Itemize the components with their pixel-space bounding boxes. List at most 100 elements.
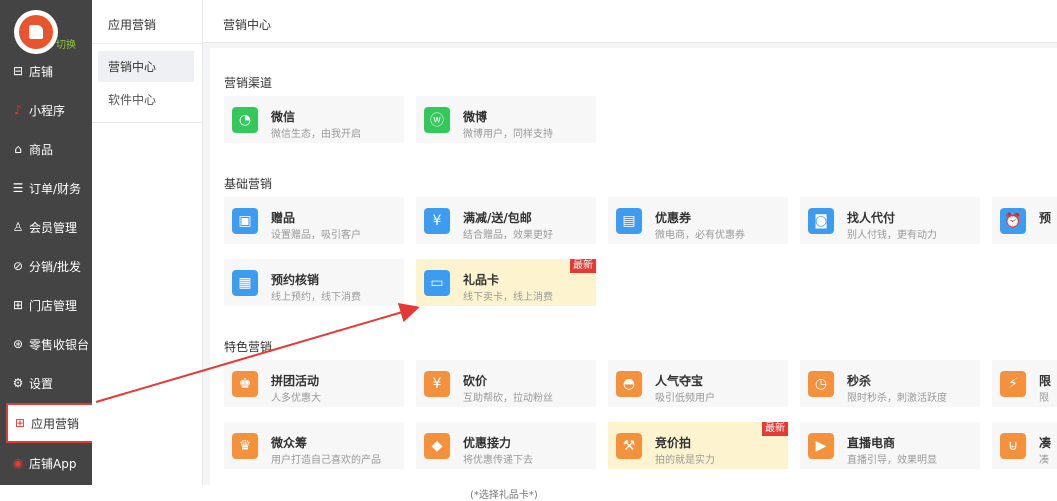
switch-link[interactable]: 切换 — [56, 36, 76, 51]
treasure-icon: ◓ — [616, 371, 642, 397]
card-name: 凑 — [1039, 436, 1052, 450]
calendar-icon: ▦ — [232, 270, 258, 296]
card-treasure[interactable]: ◓ 人气夺宝 吸引低频用户 — [608, 360, 788, 407]
card-discount[interactable]: ¥ 满减/送/包邮 结合赠品，效果更好 — [416, 197, 596, 244]
card-desc: 人多优惠大 — [271, 393, 321, 404]
order-icon: ☰ — [12, 181, 24, 195]
pay-icon: ◙ — [808, 208, 834, 234]
card-name: 预约核销 — [271, 273, 320, 287]
divider — [92, 43, 203, 44]
card-name: 秒杀 — [847, 374, 872, 388]
card-desc: 结合赠品，效果更好 — [463, 230, 553, 241]
card-crowdfund[interactable]: ♛ 微众筹 用户打造自己喜欢的产品 — [224, 422, 404, 469]
sidebar-item-cashier[interactable]: ⊛ 零售收银台 — [0, 325, 92, 363]
marketing-panel: 营销渠道 ◔ 微信 微信生态，由我开启 ⓦ 微博 微博用户，同样支持 基础营销 … — [210, 48, 1057, 485]
card-name: 满减/送/包邮 — [463, 211, 532, 225]
card-bargain[interactable]: ¥ 砍价 互助帮砍，拉动粉丝 — [416, 360, 596, 407]
card-relay[interactable]: ◆ 优惠接力 将优惠传递下去 — [416, 422, 596, 469]
card-desc: 将优惠传递下去 — [463, 455, 533, 466]
new-badge: 最新 — [762, 422, 788, 436]
grid-icon: ⊞ — [14, 416, 26, 430]
weibo-icon: ⓦ — [424, 107, 450, 133]
top-bar: 营销中心 — [203, 0, 1057, 43]
sidebar-item-miniprogram[interactable]: ♪ 小程序 — [0, 91, 92, 129]
card-name: 找人代付 — [847, 211, 896, 225]
bag-icon: ⌂ — [14, 142, 22, 156]
card-basket[interactable]: ⊌ 凑 凑 — [992, 422, 1057, 469]
card-proxy-pay[interactable]: ◙ 找人代付 别人付钱，更有动力 — [800, 197, 980, 244]
card-name: 预 — [1039, 211, 1052, 225]
card-desc: 拍的就是实力 — [655, 455, 715, 466]
subnav-item-software-center[interactable]: 软件中心 — [98, 84, 194, 115]
wechat-icon: ◔ — [232, 107, 258, 133]
card-name: 人气夺宝 — [655, 374, 704, 388]
card-name: 优惠接力 — [463, 436, 512, 450]
card-name: 微信 — [271, 110, 296, 124]
sidebar-item-store[interactable]: ⊟ 店铺 — [0, 52, 92, 90]
card-wechat[interactable]: ◔ 微信 微信生态，由我开启 — [224, 96, 404, 143]
card-desc: 互助帮砍，拉动粉丝 — [463, 393, 553, 404]
sidebar-item-marketing[interactable]: ⊞ 应用营销 — [6, 403, 94, 443]
card-flash-sale[interactable]: ◷ 秒杀 限时秒杀，刺激活跃度 — [800, 360, 980, 407]
card-name: 礼品卡 — [463, 273, 500, 287]
card-live[interactable]: ▶ 直播电商 直播引导，效果明显 — [800, 422, 980, 469]
card-name: 赠品 — [271, 211, 296, 225]
yen-hand-icon: ¥ — [424, 208, 450, 234]
main-content: 营销中心 营销渠道 ◔ 微信 微信生态，由我开启 ⓦ 微博 微博用户，同样支持 … — [203, 0, 1057, 485]
card-name: 砍价 — [463, 374, 488, 388]
card-name: 竞价拍 — [655, 436, 692, 450]
card-coupon[interactable]: ▤ 优惠券 微电商，必有优惠券 — [608, 197, 788, 244]
tv-icon: ▶ — [808, 433, 834, 459]
card-icon: ▭ — [424, 270, 450, 296]
card-desc: 线下卖卡，线上消费 — [463, 292, 553, 303]
sub-navigation: 应用营销 营销中心 软件中心 — [92, 0, 203, 485]
card-name: 拼团活动 — [271, 374, 320, 388]
basket-icon: ⊌ — [1000, 433, 1026, 459]
card-desc: 用户打造自己喜欢的产品 — [271, 455, 381, 466]
yen-icon: ¥ — [424, 371, 450, 397]
card-gift[interactable]: ▣ 赠品 设置赠品，吸引客户 — [224, 197, 404, 244]
sidebar: 切换 ⊟ 店铺 ♪ 小程序 ⌂ 商品 ☰ 订单/财务 ♙ 会员管理 ⊘ 分销/批发 ⊞ 门店管… — [0, 0, 94, 485]
shop-logo[interactable] — [14, 10, 58, 54]
card-desc: 微信生态，由我开启 — [271, 129, 361, 140]
thumbs-up-icon — [19, 15, 53, 49]
card-group-buy[interactable]: ♚ 拼团活动 人多优惠大 — [224, 360, 404, 407]
card-gift-card[interactable]: ▭ 礼品卡 线下卖卡，线上消费 最新 — [416, 259, 596, 306]
sidebar-item-settings[interactable]: ⚙ 设置 — [0, 364, 92, 402]
member-icon: ♙ — [12, 220, 24, 234]
card-desc: 微电商，必有优惠券 — [655, 230, 745, 241]
group-icon: ♚ — [232, 371, 258, 397]
card-limited[interactable]: ⚡ 限 限 — [992, 360, 1057, 407]
sidebar-item-members[interactable]: ♙ 会员管理 — [0, 208, 92, 246]
cashier-icon: ⊛ — [12, 337, 24, 351]
card-desc: 别人付钱，更有动力 — [847, 230, 937, 241]
clock-icon: ◷ — [808, 371, 834, 397]
card-reserve[interactable]: ▦ 预约核销 线上预约，线下消费 — [224, 259, 404, 306]
card-name: 限 — [1039, 374, 1052, 388]
distribution-icon: ⊘ — [12, 259, 24, 273]
sidebar-item-goods[interactable]: ⌂ 商品 — [0, 130, 92, 168]
sidebar-item-stores[interactable]: ⊞ 门店管理 — [0, 286, 92, 324]
card-alarm[interactable]: ⏰ 预 — [992, 197, 1057, 244]
subnav-title: 应用营销 — [108, 18, 157, 32]
tag-icon: ◆ — [424, 433, 450, 459]
section-title-channels: 营销渠道 — [224, 76, 273, 90]
card-desc: 吸引低频用户 — [655, 393, 715, 404]
card-desc: 限时秒杀，刺激活跃度 — [847, 393, 947, 404]
store-icon: ⊟ — [12, 64, 24, 78]
sidebar-item-distribution[interactable]: ⊘ 分销/批发 — [0, 247, 92, 285]
sidebar-item-orders[interactable]: ☰ 订单/财务 — [0, 169, 92, 207]
section-title-basic: 基础营销 — [224, 177, 273, 191]
app-icon: ◉ — [12, 456, 24, 470]
card-desc: 线上预约，线下消费 — [271, 292, 361, 303]
card-auction[interactable]: ⚒ 竞价拍 拍的就是实力 最新 — [608, 422, 788, 469]
alarm-icon: ⏰ — [1000, 208, 1026, 234]
divider — [92, 122, 203, 123]
subnav-item-marketing-center[interactable]: 营销中心 — [98, 51, 194, 82]
sidebar-item-app[interactable]: ◉ 店铺App — [0, 444, 92, 482]
gavel-icon: ⚒ — [616, 433, 642, 459]
section-title-featured: 特色营销 — [224, 340, 273, 354]
card-weibo[interactable]: ⓦ 微博 微博用户，同样支持 — [416, 96, 596, 143]
card-desc: 凑 — [1039, 455, 1049, 466]
app-window: 切换 ⊟ 店铺 ♪ 小程序 ⌂ 商品 ☰ 订单/财务 ♙ 会员管理 ⊘ 分销/批发 ⊞ 门店管… — [0, 0, 1057, 485]
